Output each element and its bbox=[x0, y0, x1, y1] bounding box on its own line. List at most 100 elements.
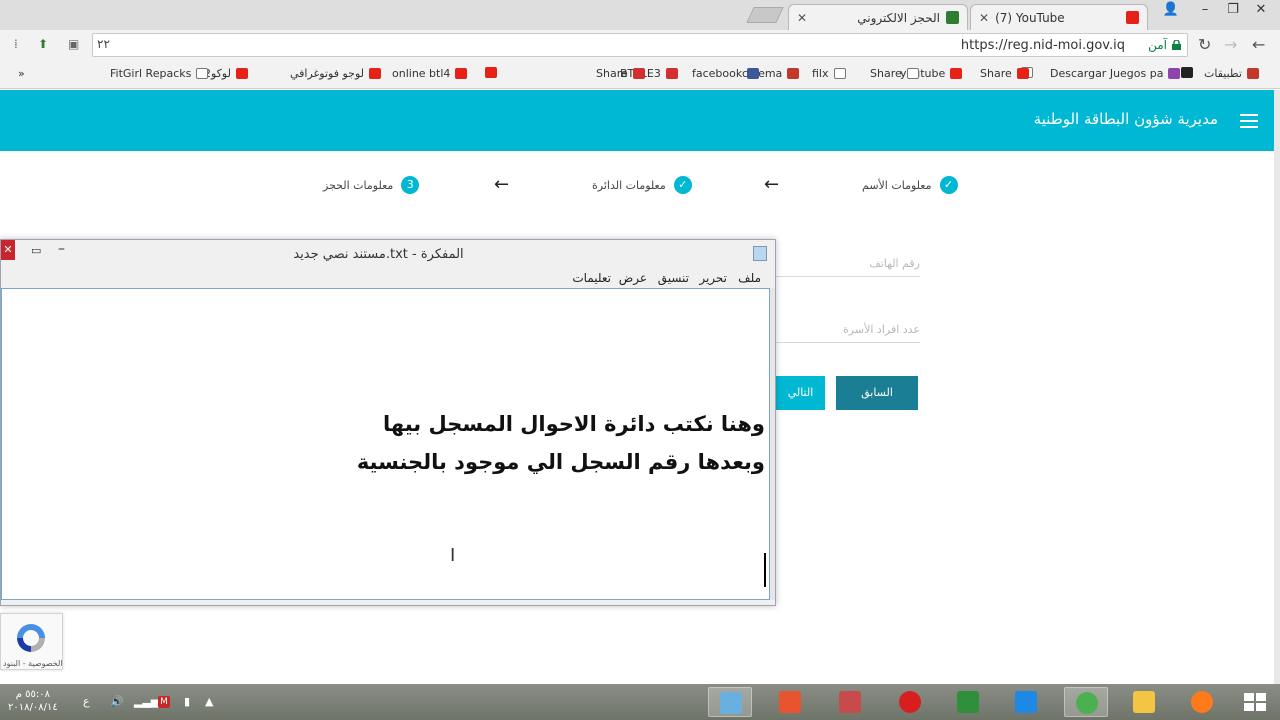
tab-title: الحجز الالكتروني bbox=[857, 10, 940, 25]
taskbar-camtasia-button[interactable] bbox=[768, 687, 812, 717]
notepad-titlebar[interactable]: ✕ ▭ – مستند نصي جديد.txt - المفكرة bbox=[1, 240, 775, 268]
bookmark-item[interactable]: filx bbox=[812, 67, 846, 80]
bookmark-item[interactable]: online btl4 bbox=[392, 67, 468, 80]
browser-toolbar: ⁞ ⬆ ▣ ٢٢ https://reg.nid-moi.gov.iq آمن … bbox=[0, 30, 1280, 60]
taskbar-internet-explorer-button[interactable] bbox=[1004, 687, 1048, 717]
taskbar-notepad-button[interactable] bbox=[708, 687, 752, 717]
taskbar-downloader-button[interactable] bbox=[946, 687, 990, 717]
tab-close-icon[interactable]: ✕ bbox=[979, 11, 989, 25]
battery-icon[interactable]: ▮ bbox=[184, 695, 190, 708]
bookmark-label: تطبيقات bbox=[1204, 67, 1242, 80]
youtube-icon bbox=[455, 68, 468, 79]
firefox-icon bbox=[1191, 691, 1213, 713]
language-indicator[interactable]: ع bbox=[83, 695, 90, 708]
tray-app-icon[interactable]: M bbox=[158, 696, 170, 708]
forward-icon[interactable]: → bbox=[1224, 35, 1237, 55]
cinema-icon bbox=[787, 68, 800, 79]
notepad-menubar: ملف تحرير تنسيق عرض تعليمات bbox=[1, 268, 775, 288]
back-icon[interactable]: ← bbox=[1252, 35, 1265, 55]
start-button[interactable] bbox=[1244, 693, 1268, 713]
clock-time: ٥٥:٠٨ م bbox=[15, 689, 50, 700]
security-label: آمن bbox=[1148, 38, 1167, 52]
taskbar-file-explorer-button[interactable] bbox=[1122, 687, 1166, 717]
bookmark-item[interactable]: Share bbox=[870, 67, 919, 80]
next-button[interactable]: التالي bbox=[776, 376, 825, 410]
page-icon bbox=[906, 68, 919, 79]
previous-button[interactable]: السابق bbox=[836, 376, 918, 410]
bookmark-item[interactable] bbox=[480, 67, 497, 78]
new-tab-button[interactable] bbox=[746, 7, 784, 23]
recaptcha-icon bbox=[17, 624, 45, 652]
bookmark-item[interactable]: facebook bbox=[692, 67, 760, 80]
extension-icon[interactable]: ▣ bbox=[68, 37, 79, 51]
page-icon bbox=[196, 68, 209, 79]
app-header: مديرية شؤون البطاقة الوطنية bbox=[0, 90, 1274, 151]
bookmark-label: Share bbox=[870, 67, 902, 80]
bookmarks-bar: » تطبيقات Descargar Juegos pa Share youtube… bbox=[0, 60, 1280, 89]
bookmark-item[interactable]: لوكو2 bbox=[204, 67, 248, 80]
address-bar[interactable]: ٢٢ https://reg.nid-moi.gov.iq آمن bbox=[92, 33, 1188, 57]
bookmark-label: لوجو فوتوغرافي bbox=[290, 67, 365, 80]
show-hidden-icons[interactable]: ▲ bbox=[205, 695, 213, 708]
notepad-text-area[interactable]: وهنا نكتب دائرة الاحوال المسجل بيها وبعد… bbox=[1, 288, 770, 600]
menu-icon[interactable] bbox=[1240, 114, 1258, 132]
taskbar-opera-button[interactable] bbox=[888, 687, 932, 717]
bookmark-item[interactable]: Share bbox=[980, 67, 1029, 80]
internet-explorer-icon bbox=[1015, 691, 1037, 713]
network-icon[interactable]: ▂▃▅ bbox=[134, 695, 159, 708]
menu-edit[interactable]: تحرير bbox=[699, 271, 727, 285]
bookmark-item[interactable]: Share bbox=[596, 67, 645, 80]
tab-close-icon[interactable]: ✕ bbox=[797, 11, 807, 25]
taskbar-snipping-button[interactable] bbox=[828, 687, 872, 717]
notepad-icon bbox=[720, 692, 742, 714]
notepad-text: وهنا نكتب دائرة الاحوال المسجل بيها وبعد… bbox=[357, 405, 765, 481]
sheet-icon bbox=[946, 11, 959, 24]
menu-file[interactable]: ملف bbox=[738, 271, 761, 285]
taskbar: ٥٥:٠٨ م ٢٠١٨/٠٨/١٤ ع 🔊 ▂▃▅ M ▮ ▲ bbox=[0, 684, 1280, 720]
lock-icon bbox=[1172, 40, 1181, 50]
url-text[interactable]: https://reg.nid-moi.gov.iq bbox=[961, 38, 1125, 53]
volume-icon[interactable]: 🔊 bbox=[110, 695, 124, 708]
menu-help[interactable]: تعليمات bbox=[572, 271, 611, 285]
family-count-field[interactable]: عدد افراد الأسرة bbox=[776, 323, 920, 343]
page-scrollbar[interactable] bbox=[1274, 90, 1280, 684]
notepad-title: مستند نصي جديد.txt - المفكرة bbox=[293, 247, 464, 262]
bookmark-item[interactable]: تطبيقات bbox=[1204, 67, 1259, 80]
camtasia-icon bbox=[779, 691, 801, 713]
bookmark-label: online btl4 bbox=[392, 67, 451, 80]
close-button[interactable]: ✕ bbox=[1246, 0, 1276, 22]
downloader-icon bbox=[957, 691, 979, 713]
bookmarks-overflow-icon[interactable]: » bbox=[18, 67, 25, 80]
bookmark-item[interactable]: FitGirl Repacks bbox=[110, 67, 209, 80]
minimize-button[interactable]: – bbox=[1190, 0, 1220, 22]
browser-tabstrip: ✕ (7) YouTube ✕ الحجز الالكتروني 👤 – ❐ ✕ bbox=[0, 0, 1280, 30]
youtube-icon bbox=[235, 68, 248, 79]
extension-icon[interactable]: ⬆ bbox=[38, 37, 48, 51]
menu-view[interactable]: عرض bbox=[619, 271, 647, 285]
reload-icon[interactable]: ↻ bbox=[1198, 35, 1211, 55]
taskbar-chrome-button[interactable] bbox=[1064, 687, 1108, 717]
youtube-icon bbox=[1126, 11, 1139, 24]
clock[interactable]: ٥٥:٠٨ م ٢٠١٨/٠٨/١٤ bbox=[8, 688, 58, 714]
maximize-button[interactable]: ❐ bbox=[1218, 0, 1248, 22]
bookmark-item[interactable]: Descargar Juegos pa bbox=[1050, 67, 1181, 80]
recaptcha-terms[interactable]: الخصوصية - البنود bbox=[3, 659, 63, 668]
phone-field[interactable]: رقم الهاتف bbox=[776, 257, 920, 277]
recaptcha-badge[interactable]: الخصوصية - البنود bbox=[0, 613, 63, 670]
user-icon[interactable]: 👤 bbox=[1156, 0, 1186, 22]
file-explorer-icon bbox=[1133, 691, 1155, 713]
opera-icon bbox=[899, 691, 921, 713]
taskbar-firefox-button[interactable] bbox=[1180, 687, 1224, 717]
game-icon bbox=[1168, 68, 1181, 79]
menu-dots-icon[interactable]: ⁞ bbox=[14, 37, 18, 51]
notepad-scrollbar[interactable] bbox=[770, 288, 775, 600]
youtube-icon bbox=[950, 68, 963, 79]
bttle-icon bbox=[632, 68, 645, 79]
step-name-info: معلومات الأسم ✓ bbox=[862, 176, 958, 194]
bookmark-label: Share bbox=[596, 67, 628, 80]
bookmark-item[interactable]: لوجو فوتوغرافي bbox=[290, 67, 382, 80]
tab-reservation[interactable]: ✕ الحجز الالكتروني bbox=[788, 4, 968, 30]
tab-youtube[interactable]: ✕ (7) YouTube bbox=[970, 4, 1148, 30]
facebook-icon bbox=[747, 68, 760, 79]
menu-format[interactable]: تنسيق bbox=[658, 271, 689, 285]
